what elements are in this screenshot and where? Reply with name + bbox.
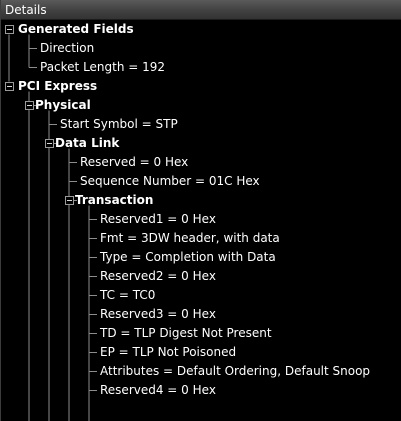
details-tree[interactable]: Generated Fields Direction Packet Length =… [1,20,401,421]
tree-node[interactable]: Fmt = 3DW header, with data [100,229,280,248]
tree-node[interactable]: Transaction [75,191,153,210]
details-panel: Details Generated Fields Direction Packet … [0,0,401,421]
collapse-toggle-icon[interactable] [65,196,74,205]
tree-node[interactable]: Packet Length = 192 [40,58,165,77]
tree-node[interactable]: Type = Completion with Data [100,248,276,267]
tree-node[interactable]: Reserved3 = 0 Hex [100,305,216,324]
tree-node[interactable]: Reserved2 = 0 Hex [100,267,216,286]
tree-node[interactable]: Physical [35,96,91,115]
collapse-toggle-icon[interactable] [5,82,14,91]
tree-node[interactable]: Data Link [55,134,119,153]
collapse-toggle-icon[interactable] [45,139,54,148]
tree-node[interactable]: Generated Fields [18,20,134,39]
tree-node[interactable]: Direction [40,39,94,58]
tree-node[interactable]: TD = TLP Digest Not Present [100,324,272,343]
tree-node[interactable]: Reserved = 0 Hex [80,153,188,172]
tree-node[interactable]: TC = TC0 [100,286,155,305]
tree-node[interactable]: Sequence Number = 01C Hex [80,172,260,191]
tree-node[interactable]: PCI Express [18,77,97,96]
tree-node[interactable]: EP = TLP Not Poisoned [100,343,236,362]
tree-node[interactable]: Reserved4 = 0 Hex [100,381,216,400]
tree-node[interactable]: Start Symbol = STP [60,115,178,134]
collapse-toggle-icon[interactable] [5,25,14,34]
collapse-toggle-icon[interactable] [25,101,34,110]
tree-node[interactable]: Attributes = Default Ordering, Default S… [100,362,370,381]
tree-node[interactable]: Reserved1 = 0 Hex [100,210,216,229]
panel-title: Details [1,0,401,20]
